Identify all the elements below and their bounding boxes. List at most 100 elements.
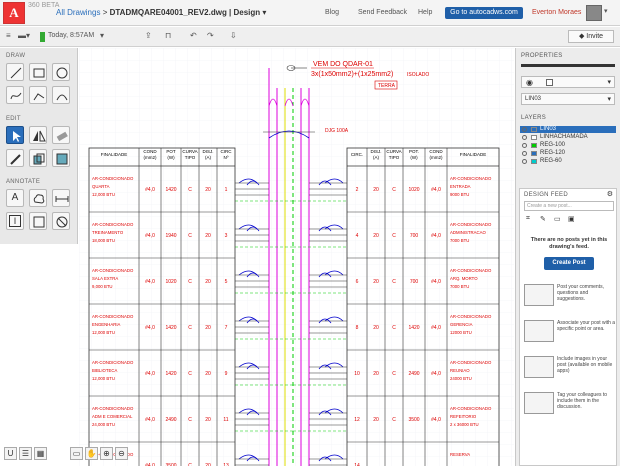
pan-hand-icon[interactable]: ✋ (85, 447, 98, 460)
invite-label: Invite (586, 33, 604, 40)
lock-icon[interactable]: ⊓ (165, 31, 171, 40)
chevron-down-icon[interactable]: ▾ (604, 7, 608, 15)
curva-cell: C (188, 279, 192, 285)
layer-color-swatch[interactable] (531, 143, 537, 148)
layer-color-swatch[interactable] (531, 135, 537, 140)
cond-cell: #4,0 (145, 233, 155, 239)
new-post-input[interactable]: Create a new post... (524, 201, 614, 211)
cad-drawing[interactable]: VEM DO QDAR-01 3x(1x50mm2)+(1x25mm2) ISO… (79, 48, 514, 466)
nav-help[interactable]: Help (418, 9, 432, 16)
all-drawings-link[interactable]: All Drawings (56, 8, 100, 17)
layer-item[interactable]: REG-60 (520, 158, 616, 165)
list-icon[interactable]: ☰ (19, 447, 32, 460)
finalidade-text: 18,000 BTU (92, 238, 115, 243)
erase-tool-icon[interactable] (52, 126, 70, 144)
hamburger-icon[interactable]: ≡ (6, 31, 11, 40)
user-name[interactable]: Everton Moraes (532, 9, 581, 16)
layer-select[interactable]: LIN03 ▾ (521, 93, 615, 105)
layer-item[interactable]: REG-120 (520, 150, 616, 157)
text-tool-icon[interactable]: A (6, 189, 24, 207)
visibility-icon[interactable] (522, 127, 527, 132)
cloud-markup-icon[interactable] (29, 189, 47, 207)
disj-cell: 20 (205, 371, 211, 377)
freehand-tool-icon[interactable] (6, 86, 24, 104)
color-select[interactable]: ◉ ▾ (521, 76, 615, 88)
mirror-tool-icon[interactable] (29, 126, 47, 144)
post-comment-illustration (524, 284, 554, 306)
line-style-icon[interactable]: ▬▾ (18, 31, 30, 40)
lineweight-preview[interactable] (521, 64, 615, 67)
layer-color-swatch[interactable] (531, 151, 537, 156)
breadcrumb-separator: > (102, 8, 108, 17)
app-logo[interactable]: A (3, 2, 25, 24)
move-tool-icon[interactable] (52, 149, 70, 167)
curva-cell: C (392, 279, 396, 285)
polyline-tool-icon[interactable] (29, 86, 47, 104)
layer-color-swatch[interactable] (531, 127, 537, 132)
arc-tool-icon[interactable] (52, 86, 70, 104)
table-header: (mm2) (144, 155, 157, 160)
go-to-autocadws-button[interactable]: Go to autocadws.com (445, 7, 523, 19)
disj-cell: 20 (373, 233, 379, 239)
zoom-in-icon[interactable]: ⊕ (100, 447, 113, 460)
cable-spec: 3x(1x50mm2)+(1x25mm2) (311, 71, 393, 78)
avatar[interactable] (586, 5, 602, 21)
copy-tool-icon[interactable] (29, 149, 47, 167)
line-tool-icon[interactable] (6, 63, 24, 81)
grid-icon[interactable]: ▦ (34, 447, 47, 460)
pot-cell: 2490 (408, 371, 419, 377)
select-tool-icon[interactable] (6, 126, 24, 144)
download-icon[interactable]: ⇩ (230, 31, 237, 40)
eyedropper-tool-icon[interactable] (6, 149, 24, 167)
table-header: TIPO (389, 155, 400, 160)
image-icon[interactable]: ▣ (568, 215, 575, 223)
visibility-icon[interactable] (522, 159, 527, 164)
layer-item[interactable]: LINHACHAMADA (520, 134, 616, 141)
crop-icon[interactable]: ⌗ (526, 215, 530, 223)
layer-item[interactable]: REG-100 (520, 142, 616, 149)
chevron-down-icon[interactable]: ▾ (100, 31, 104, 40)
pot-cell: 1420 (165, 371, 176, 377)
logo-text: 360 BETA (28, 2, 60, 9)
chevron-down-icon[interactable]: ▾ (262, 8, 266, 17)
drawing-canvas[interactable]: VEM DO QDAR-01 3x(1x50mm2)+(1x25mm2) ISO… (79, 48, 514, 466)
u-icon[interactable]: U (4, 447, 17, 460)
rectangle-markup-icon[interactable] (29, 212, 47, 230)
invite-button[interactable]: ◆ Invite (568, 30, 614, 43)
nav-blog[interactable]: Blog (325, 9, 339, 16)
zoom-out-icon[interactable]: ⊖ (115, 447, 128, 460)
undo-icon[interactable]: ↶ (190, 31, 197, 40)
layer-color-swatch[interactable] (40, 32, 45, 42)
area-icon[interactable]: ▭ (554, 215, 561, 223)
pot-cell: 1940 (165, 233, 176, 239)
color-swatch (546, 79, 553, 86)
window-icon[interactable]: ▭ (70, 447, 83, 460)
terra-label: TERRA (378, 83, 396, 89)
visibility-icon[interactable] (522, 135, 527, 140)
tip-images: Include images in your post (available o… (557, 356, 613, 374)
nav-send-feedback[interactable]: Send Feedback (358, 9, 407, 16)
visibility-icon[interactable] (522, 143, 527, 148)
pin-icon[interactable]: ✎ (540, 215, 546, 223)
layer-color-swatch[interactable] (531, 159, 537, 164)
text-box-tool-icon[interactable]: I (6, 212, 24, 230)
circle-tool-icon[interactable] (52, 63, 70, 81)
curva-cell: C (392, 325, 396, 331)
share-icon[interactable]: ⇪ (145, 31, 152, 40)
circ-cell: 9 (225, 371, 228, 377)
cond-cell: #4,0 (145, 417, 155, 423)
layer-item[interactable]: LIN03 (520, 126, 616, 133)
draw-section-label: DRAW (6, 53, 26, 59)
rectangle-tool-icon[interactable] (29, 63, 47, 81)
disj-cell: 20 (373, 371, 379, 377)
redo-icon[interactable]: ↷ (207, 31, 214, 40)
visibility-icon[interactable] (522, 151, 527, 156)
circle-markup-icon[interactable] (52, 212, 70, 230)
finalidade-text: RESERVA (450, 452, 470, 457)
measure-tool-icon[interactable] (52, 189, 70, 207)
finalidade-text: AR-CONDICIONADO (92, 406, 134, 411)
table-header: (mm2) (430, 155, 443, 160)
finalidade-text: ADMINISTRACAO (450, 230, 486, 235)
create-post-button[interactable]: Create Post (544, 257, 594, 270)
gear-icon[interactable]: ⚙ (607, 190, 613, 198)
